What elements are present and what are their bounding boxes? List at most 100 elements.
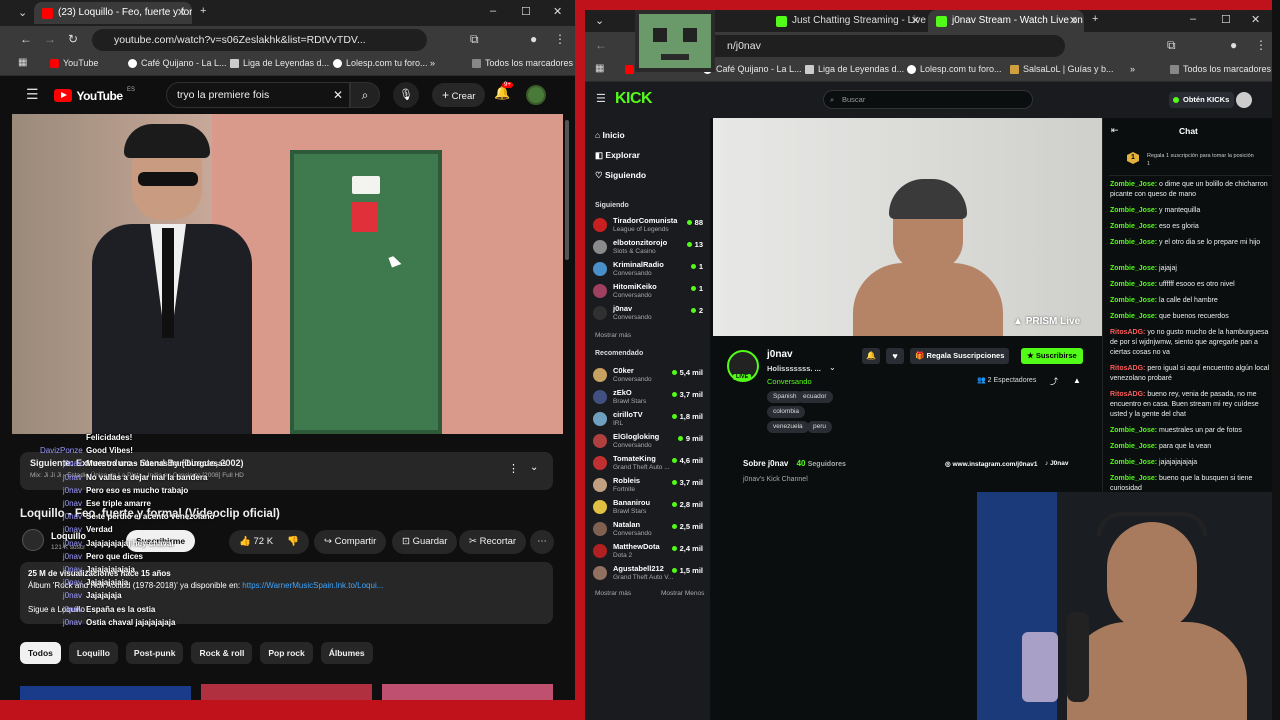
bookmarks-more[interactable]: » [430,58,435,68]
bookmark-lolesp[interactable]: Lolesp.com tu foro... [907,64,1002,74]
chat-username[interactable]: Zombie_Jose: [1110,443,1157,450]
hamburger-menu-icon[interactable]: ☰ [26,86,39,103]
bookmark-cafe-quijano[interactable]: Café Quijano - La L... [128,58,227,68]
gift-subs-button[interactable]: 🎁 Regala Suscripciones [910,348,1010,364]
minimize-icon[interactable]: – [490,5,496,17]
report-icon[interactable]: ▲ [1073,376,1081,385]
bookmark-salsalol[interactable]: SalsaLoL | Guías y b... [1010,64,1114,74]
sidebar-channel-tomateking[interactable]: TomateKing Grand Theft Auto ... 4,6 mil [593,454,703,474]
sidebar-channel-kriminalradio[interactable]: KriminalRadio Conversando 1 [593,260,703,280]
bookmark-lolesp[interactable]: Lolesp.com tu foro... [333,58,428,68]
subscribe-button[interactable]: ★ Suscribirse [1021,348,1083,364]
bookmarks-more[interactable]: » [1130,64,1135,74]
close-tab-icon[interactable]: ✕ [1069,10,1078,32]
chat-username[interactable]: Zombie_Jose: [1110,207,1157,214]
nav-explore[interactable]: ◧ Explorar [595,150,640,161]
video-player[interactable] [12,114,563,434]
close-window-icon[interactable]: ✕ [553,5,562,18]
address-bar[interactable]: n/j0nav [705,35,1065,57]
search-button[interactable]: ⌕ [350,82,380,108]
chip-2[interactable]: Post-punk [125,642,184,664]
all-bookmarks[interactable]: Todos los marcadores [472,58,573,68]
tab-search-icon[interactable]: ⌄ [595,14,604,27]
notifications-button[interactable]: 🔔 9+ [494,82,513,101]
back-icon[interactable]: ← [595,38,607,52]
chat-username[interactable]: Zombie_Jose: [1110,313,1157,320]
instagram-link[interactable]: ◎ www.instagram.com/j0nav1 [945,460,1038,468]
more-options-icon[interactable]: ⋮ [508,462,519,475]
clip-button[interactable]: ✂ Recortar [459,530,527,554]
voice-search-button[interactable]: 🎙 [393,82,419,108]
chat-username[interactable]: RitosADG: [1110,329,1145,336]
apps-icon[interactable]: ▦ [595,63,604,74]
follow-heart-button[interactable]: ♥ [886,348,904,364]
extensions-icon[interactable]: ⧉ [1167,38,1176,53]
back-icon[interactable]: ← [20,32,32,46]
share-icon[interactable]: ⤴ [1050,376,1058,387]
chip-0[interactable]: Todos [20,642,61,664]
tab-just-chatting[interactable]: Just Chatting Streaming - Live S ✕ [768,10,926,32]
chat-username[interactable]: Zombie_Jose: [1110,181,1157,188]
chat-username[interactable]: RitosADG: [1110,365,1145,372]
chat-username[interactable]: Zombie_Jose: [1110,297,1157,304]
sidebar-channel-matthewdota[interactable]: MatthewDota Dota 2 2,4 mil [593,542,703,562]
nav-home[interactable]: ⌂ Inicio [595,130,625,140]
description-link[interactable]: https://WarnerMusicSpain.lnk.to/Loqui... [242,581,383,590]
sidebar-channel-natalan[interactable]: Natalan Conversando 2,5 mil [593,520,703,540]
page-scrollbar[interactable] [565,120,569,260]
save-button[interactable]: ⊡ Guardar [392,530,458,554]
stream-player[interactable]: ▲ PRISM Live [713,118,1102,336]
chip-4[interactable]: Pop rock [260,642,313,664]
reload-icon[interactable]: ↻ [68,32,78,46]
bookmark-liga-leyendas[interactable]: Liga de Leyendas d... [230,58,329,68]
sidebar-channel-bananirou[interactable]: Bananirou Brawl Stars 2,8 mil [593,498,703,518]
chip-3[interactable]: Rock & roll [191,642,253,664]
new-tab-icon[interactable]: + [1092,13,1098,25]
chat-username[interactable]: Zombie_Jose: [1110,427,1157,434]
sidebar-channel-agustabell212[interactable]: Agustabell212 Grand Theft Auto V... 1,5 mi… [593,564,703,584]
sidebar-channel-cirillotv[interactable]: cirilloTV IRL 1,8 mil [593,410,703,430]
tab-j0nav-stream[interactable]: j0nav Stream - Watch Live on K ✕ [928,10,1084,32]
maximize-icon[interactable]: ☐ [521,5,531,18]
all-bookmarks[interactable]: Todos los marcadores [1170,64,1271,74]
sidebar-channel-elglogloking[interactable]: ElGlogloking Conversando 9 mil [593,432,703,452]
bookmark-youtube[interactable]: YouTube [50,58,98,68]
sidebar-channel-elbotonzitorojo[interactable]: elbotonzitorojo Slots & Casino 13 [593,238,703,258]
thumbnail[interactable] [382,684,553,700]
close-window-icon[interactable]: ✕ [1251,13,1260,26]
sidebar-channel-hitomikeiko[interactable]: HitomiKeiko Conversando 1 [593,282,703,302]
address-bar[interactable]: youtube.com/watch?v=s06Zeslakhk&list=RDt… [92,29,427,51]
menu-icon[interactable]: ⋮ [554,32,566,46]
tag-1[interactable]: ecuador [797,391,833,403]
chat-username[interactable]: Zombie_Jose: [1110,281,1157,288]
sidebar-channel-j0nav[interactable]: j0nav Conversando 2 [593,304,703,324]
tab-youtube[interactable]: (23) Loquillo - Feo, fuerte y forma ✕ [34,2,192,24]
avatar[interactable] [1236,92,1252,108]
show-more-following[interactable]: Mostrar más [595,332,631,339]
chat-promo[interactable]: 1 Regala 1 suscripción para tomar la pos… [1109,148,1274,176]
get-kicks-button[interactable]: Obtén KICKs [1169,92,1235,108]
tag-4[interactable]: peru [807,421,833,433]
tab-search-icon[interactable]: ⌄ [18,6,27,19]
chevron-down-icon[interactable]: ⌄ [530,462,538,473]
show-less-recommended[interactable]: Mostrar Menos [661,590,704,597]
youtube-logo[interactable]: YouTube ES [54,87,135,105]
forward-icon[interactable]: → [44,32,56,46]
chat-username[interactable]: Zombie_Jose: [1110,475,1157,482]
bookmark-liga-leyendas[interactable]: Liga de Leyendas d... [805,64,904,74]
profile-icon[interactable]: ● [530,32,537,46]
more-actions-button[interactable]: ⋯ [530,530,554,554]
kick-logo[interactable]: KICK [615,90,653,108]
thumbnail[interactable] [20,686,191,700]
new-tab-icon[interactable]: + [200,5,206,17]
chat-username[interactable]: Zombie_Jose: [1110,239,1157,246]
nav-following[interactable]: ♡ Siguiendo [595,170,646,181]
search-input[interactable]: tryo la premiere fois ✕ [166,82,350,108]
search-input[interactable]: ⌕ Buscar [823,90,1033,109]
notify-button[interactable]: 🔔 [862,348,880,364]
clear-search-icon[interactable]: ✕ [333,83,343,107]
maximize-icon[interactable]: ☐ [1221,13,1231,26]
tiktok-link[interactable]: ♪ J0nav [1045,460,1069,467]
sidebar-channel-c0ker[interactable]: C0ker Conversando 5,4 mil [593,366,703,386]
channel-name[interactable]: j0nav [767,349,793,360]
